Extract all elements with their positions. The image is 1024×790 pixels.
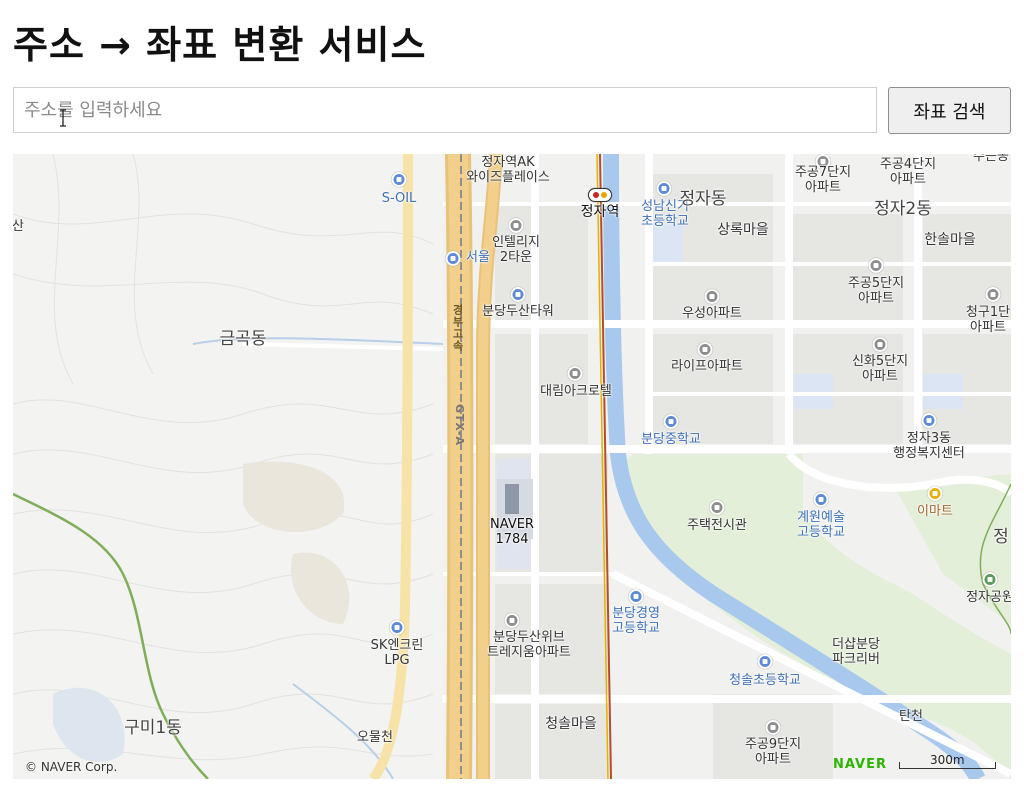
apartment-icon[interactable] (504, 613, 520, 628)
school-icon[interactable] (663, 414, 679, 429)
naver-logo: NAVER (833, 757, 888, 772)
label-sk-lpg[interactable]: SK엔크린 LPG (371, 638, 424, 669)
label-geumgok: 금곡동 (219, 329, 267, 349)
label-dusan-we[interactable]: 분당두산위브 트레지움아파트 (487, 630, 571, 661)
label-life-apt[interactable]: 라이프아파트 (671, 359, 743, 375)
label-bundang-high[interactable]: 분당경영 고등학교 (612, 606, 660, 637)
label-jeongja-dong: 정자동 (679, 189, 727, 209)
apartment-icon[interactable] (872, 337, 888, 352)
label-gyewon[interactable]: 계원예술 고등학교 (797, 510, 845, 541)
park-icon[interactable] (982, 572, 998, 587)
label-apt-4[interactable]: 주공4단지 아파트 (880, 157, 936, 188)
label-jeongja-station[interactable]: 정자역 (581, 204, 620, 220)
label-cheongsol: 청솔마을 (545, 716, 597, 732)
label-cheongsol-school[interactable]: 청솔초등학교 (729, 673, 801, 689)
mart-icon[interactable] (927, 486, 943, 501)
label-jeongja-2dong: 정자2동 (874, 199, 932, 219)
building-icon[interactable] (709, 500, 725, 515)
label-jeong-right: 정 (993, 527, 1009, 547)
label-gtx-a: GTX-A (453, 404, 466, 447)
label-apt-5[interactable]: 주공5단지 아파트 (848, 276, 904, 307)
label-san-left: 산 (13, 219, 24, 234)
label-cheonggu-1[interactable]: 청구1단 아파트 (966, 305, 1010, 336)
school-icon[interactable] (813, 492, 829, 507)
label-s-oil[interactable]: S-OIL (382, 191, 417, 207)
label-jeongja-ak[interactable]: 정자역AK 와이즈플레이스 (466, 155, 550, 186)
label-sangnok: 상록마을 (717, 222, 769, 238)
label-jeongja-park[interactable]: 정자공원 (966, 590, 1011, 606)
building-icon[interactable] (508, 218, 524, 233)
subway-station-icon[interactable] (588, 188, 612, 202)
map-view[interactable]: 정자역AK 와이즈플레이스 S-OIL 정자역 성남신기 초등학교 정자동 주공… (13, 154, 1011, 779)
label-jutaek[interactable]: 주택전시관 (687, 518, 747, 534)
label-apt-7[interactable]: 주공7단지 아파트 (795, 165, 851, 196)
label-daelim[interactable]: 대림아크로텔 (540, 384, 612, 400)
building-icon[interactable] (567, 366, 583, 381)
label-deosap[interactable]: 더샵분당 파크리버 (832, 637, 880, 668)
label-wooseong[interactable]: 우성아파트 (682, 306, 742, 322)
page-title: 주소 → 좌표 변환 서비스 (13, 23, 427, 67)
map-copyright: © NAVER Corp. (25, 760, 118, 774)
apartment-icon[interactable] (697, 342, 713, 357)
apartment-icon[interactable] (704, 289, 720, 304)
address-search-input[interactable] (13, 87, 877, 133)
school-icon[interactable] (628, 589, 644, 604)
government-office-icon[interactable] (921, 413, 937, 428)
label-sinhwa-5[interactable]: 신화5단지 아파트 (852, 354, 908, 385)
label-seoul-tg[interactable]: 서울 (466, 250, 490, 266)
label-omulcheon: 오물천 (357, 730, 393, 745)
label-emart[interactable]: 이마트 (917, 504, 953, 520)
school-icon[interactable] (757, 654, 773, 669)
label-right-top: 수는공 (973, 154, 1009, 164)
label-naver-1784[interactable]: NAVER 1784 (490, 517, 534, 548)
office-building-icon[interactable] (510, 287, 526, 302)
label-bundang-dusan[interactable]: 분당두산타워 (482, 304, 554, 320)
label-hansol: 한솔마을 (924, 232, 976, 248)
gas-station-icon[interactable] (391, 172, 407, 187)
school-icon[interactable] (656, 181, 672, 196)
text-cursor-icon (60, 109, 66, 127)
label-intellige[interactable]: 인텔리지 2타운 (492, 235, 540, 266)
apartment-icon[interactable] (868, 258, 884, 273)
tollgate-icon[interactable] (445, 251, 461, 266)
label-apt-9[interactable]: 주공9단지 아파트 (745, 737, 801, 768)
label-jeongja-3dong[interactable]: 정자3동 행정복지센터 (893, 431, 965, 462)
map-scale-label: 300m (930, 753, 965, 767)
apartment-icon[interactable] (765, 720, 781, 735)
label-guminil: 구미1동 (124, 718, 182, 738)
label-tancheon: 탄천 (899, 709, 923, 724)
label-gyeongbu-expressway: 경부고속 (451, 304, 464, 352)
coordinate-search-button[interactable]: 좌표 검색 (888, 87, 1011, 134)
apartment-icon[interactable] (985, 287, 1001, 302)
label-bundang-middle[interactable]: 분당중학교 (641, 432, 701, 448)
lpg-station-icon[interactable] (389, 620, 405, 635)
